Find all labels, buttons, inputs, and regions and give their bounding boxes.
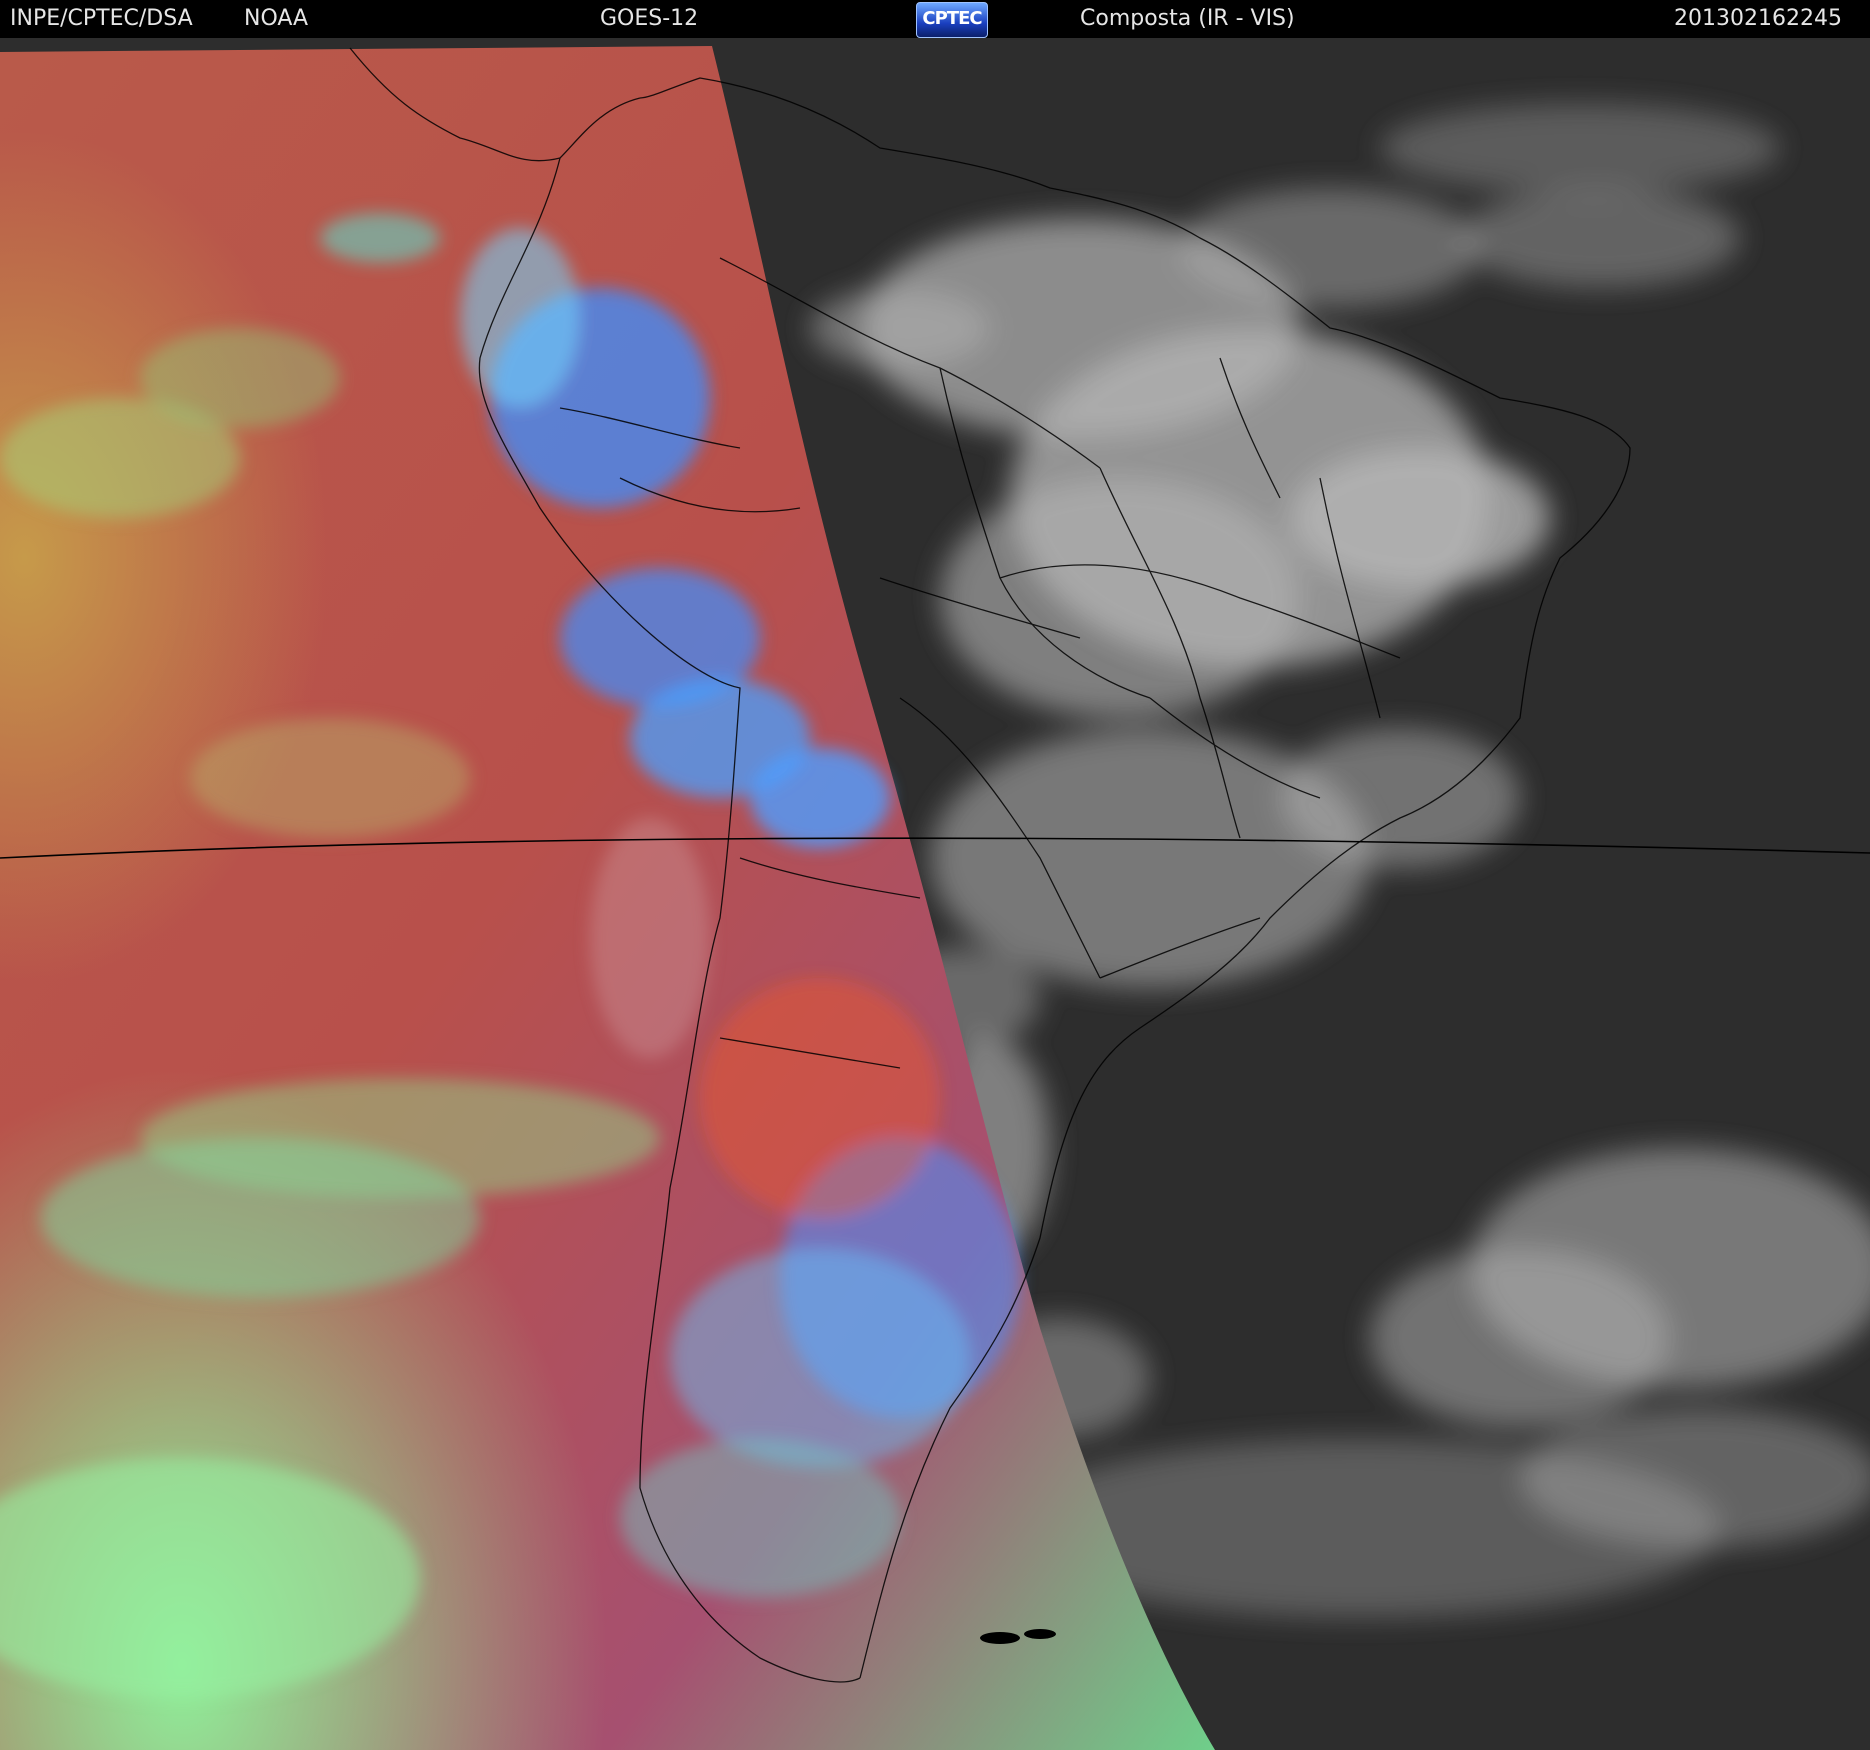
organization-label: INPE/CPTEC/DSA bbox=[10, 6, 193, 31]
satellite-image bbox=[0, 38, 1870, 1750]
satellite-label: GOES-12 bbox=[600, 6, 699, 31]
logo-text: CPTEC bbox=[922, 8, 982, 29]
product-label: Composta (IR - VIS) bbox=[1080, 6, 1295, 31]
cptec-logo: CPTEC bbox=[916, 2, 988, 38]
header-bar: INPE/CPTEC/DSA NOAA GOES-12 CPTEC Compos… bbox=[0, 0, 1870, 38]
satellite-composite bbox=[0, 38, 1870, 1750]
agency-label: NOAA bbox=[244, 6, 309, 31]
timestamp-label: 201302162245 bbox=[1674, 6, 1842, 31]
